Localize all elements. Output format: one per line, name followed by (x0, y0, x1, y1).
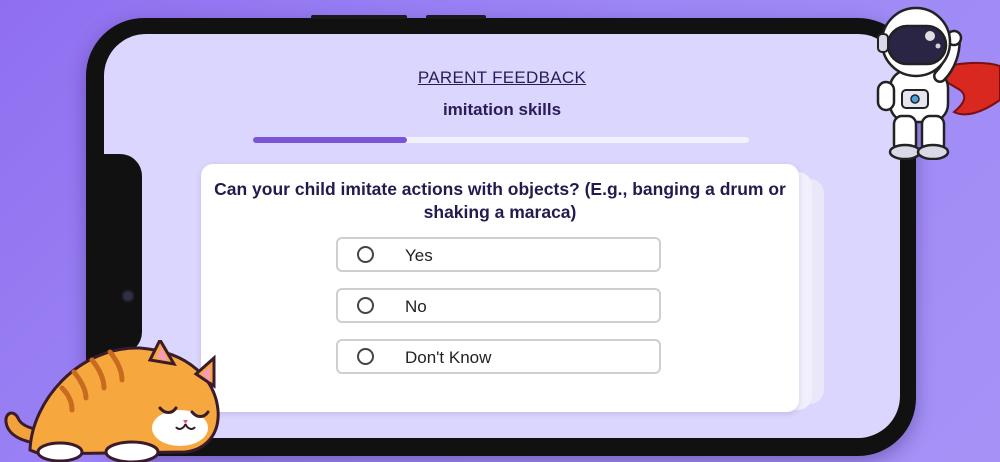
astronaut-illustration (876, 6, 1000, 160)
phone-side-button (426, 15, 486, 19)
question-text: Can your child imitate actions with obje… (214, 179, 786, 222)
option-dont-know[interactable]: Don't Know (336, 339, 661, 374)
question-card: Can your child imitate actions with obje… (201, 164, 799, 412)
progress-bar (253, 137, 749, 143)
option-no[interactable]: No (336, 288, 661, 323)
option-label: Don't Know (405, 348, 492, 367)
progress-bar-fill (253, 137, 407, 143)
page-title: PARENT FEEDBACK (417, 68, 587, 87)
phone-notch (104, 154, 142, 354)
radio-icon[interactable] (357, 246, 374, 263)
camera-icon (121, 289, 135, 303)
option-label: No (405, 297, 427, 316)
radio-icon[interactable] (357, 297, 374, 314)
sleeping-cat-illustration (4, 340, 220, 462)
radio-icon[interactable] (357, 348, 374, 365)
option-label: Yes (405, 246, 433, 265)
page-subtitle: imitation skills (442, 100, 562, 119)
option-yes[interactable]: Yes (336, 237, 661, 272)
phone-side-button (311, 15, 407, 19)
